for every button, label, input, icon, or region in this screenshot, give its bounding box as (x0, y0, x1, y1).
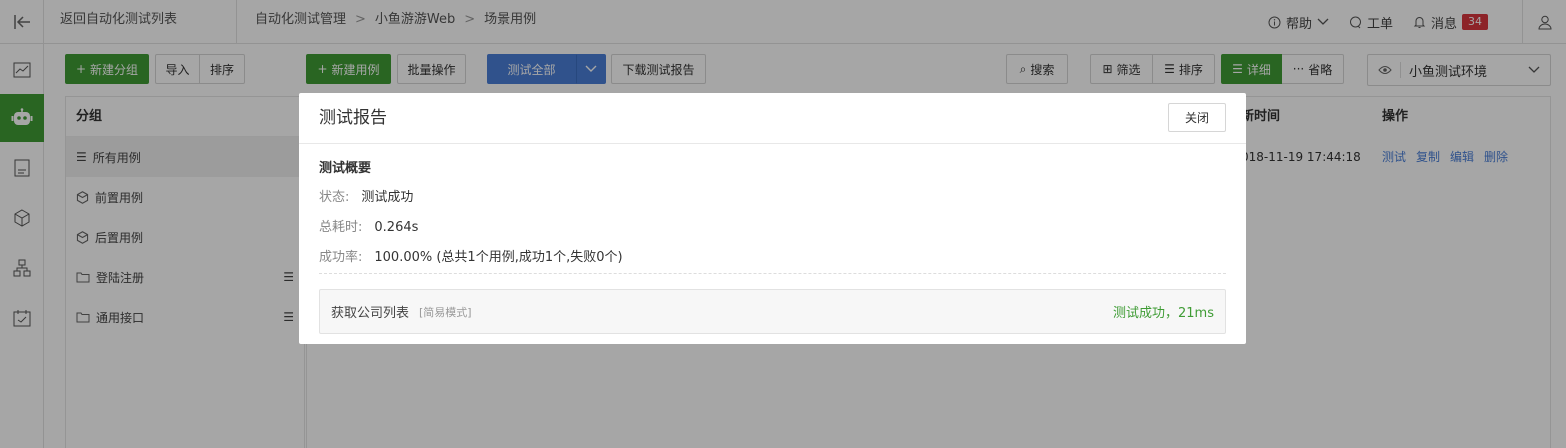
success-rate-key: 成功率: (319, 250, 363, 265)
test-report-dialog: 测试报告 关闭 测试概要 状态: 测试成功 总耗时: 0.264s 成功率: 1… (299, 93, 1246, 344)
status-row: 状态: 测试成功 (319, 190, 1226, 206)
case-name: 获取公司列表 (331, 306, 410, 321)
close-button[interactable]: 关闭 (1168, 103, 1226, 132)
status-value: 测试成功 (361, 190, 414, 205)
duration-key: 总耗时: (319, 220, 363, 235)
dialog-title: 测试报告 (319, 108, 387, 128)
dialog-body: 测试概要 状态: 测试成功 总耗时: 0.264s 成功率: 100.00% (… (299, 157, 1246, 334)
success-rate-value: 100.00% (总共1个用例,成功1个,失败0个) (374, 250, 623, 265)
duration-row: 总耗时: 0.264s (319, 220, 1226, 236)
duration-value: 0.264s (374, 220, 419, 235)
dialog-header: 测试报告 关闭 (299, 93, 1246, 144)
success-rate-row: 成功率: 100.00% (总共1个用例,成功1个,失败0个) (319, 250, 1226, 266)
status-key: 状态: (319, 190, 350, 205)
case-result: 测试成功，21ms (1113, 306, 1214, 321)
summary-title: 测试概要 (319, 161, 372, 176)
case-mode: [简易模式] (419, 305, 472, 319)
case-result-item[interactable]: 获取公司列表 [简易模式] 测试成功，21ms (319, 289, 1226, 334)
dashed-divider (319, 273, 1226, 274)
